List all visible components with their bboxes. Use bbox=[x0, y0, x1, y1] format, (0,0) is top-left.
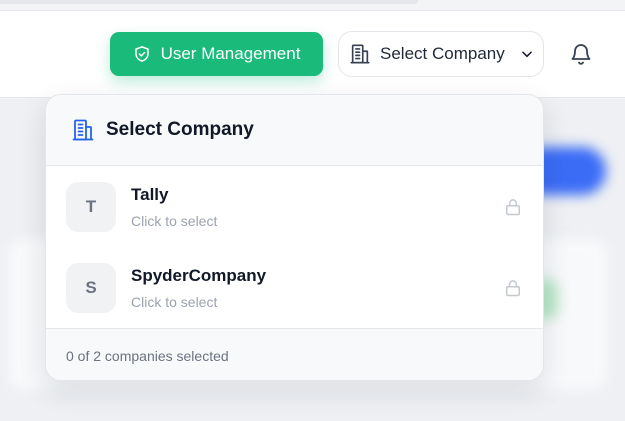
lock-icon bbox=[506, 199, 520, 216]
company-hint: Click to select bbox=[131, 213, 218, 229]
building-icon bbox=[72, 119, 94, 141]
company-option-spydercompany[interactable]: S SpyderCompany Click to select bbox=[46, 247, 543, 328]
lock-icon bbox=[506, 280, 520, 297]
dropdown-header: Select Company bbox=[46, 95, 543, 166]
company-select-label: Select Company bbox=[380, 44, 505, 63]
company-select-trigger[interactable]: Select Company bbox=[338, 31, 544, 77]
browser-top-strip bbox=[0, 0, 625, 11]
company-avatar: T bbox=[66, 182, 116, 232]
shield-check-icon bbox=[134, 46, 149, 62]
company-avatar: S bbox=[66, 263, 116, 313]
chevron-down-icon bbox=[521, 51, 532, 58]
bell-icon bbox=[571, 44, 591, 65]
building-icon bbox=[350, 44, 370, 64]
dropdown-title: Select Company bbox=[106, 119, 254, 140]
company-dropdown: Select Company T Tally Click to select S… bbox=[45, 94, 544, 381]
selection-count: 0 of 2 companies selected bbox=[46, 328, 543, 380]
user-management-label: User Management bbox=[160, 44, 301, 63]
company-option-tally[interactable]: T Tally Click to select bbox=[46, 166, 543, 247]
company-hint: Click to select bbox=[131, 294, 218, 310]
notifications-button[interactable] bbox=[568, 41, 594, 67]
user-management-button[interactable]: User Management bbox=[110, 32, 323, 76]
company-name: SpyderCompany bbox=[131, 266, 267, 285]
company-name: Tally bbox=[131, 185, 169, 204]
top-strip-pill bbox=[0, 0, 418, 4]
